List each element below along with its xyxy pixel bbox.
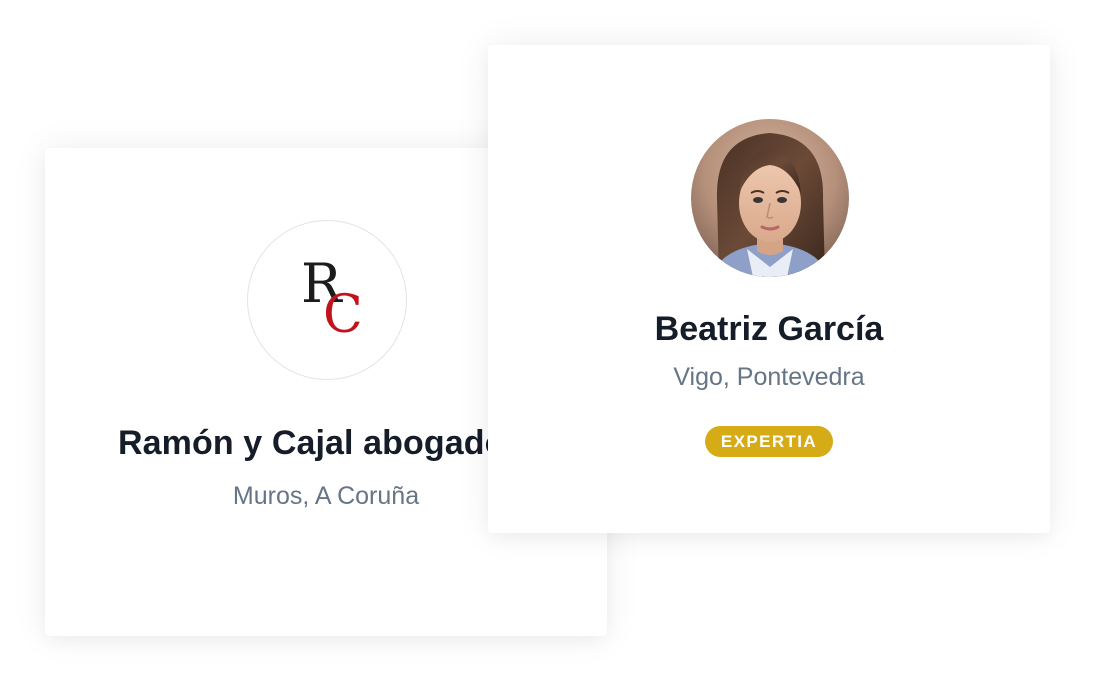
profile-location: Vigo, Pontevedra — [673, 363, 865, 391]
profile-name: Beatriz García — [654, 310, 884, 348]
profile-card-person[interactable]: Beatriz García Vigo, Pontevedra EXPERTIA — [488, 45, 1050, 533]
profile-name: Ramón y Cajal abogados — [118, 424, 525, 462]
rc-logo: R C — [247, 220, 407, 380]
expertia-badge: EXPERTIA — [704, 426, 834, 458]
avatar — [691, 119, 849, 277]
profile-photo-icon — [691, 119, 849, 277]
logo-letter-c: C — [323, 285, 363, 345]
profile-cards-stage: R C Ramón y Cajal abogados Muros, A Coru… — [0, 0, 1095, 681]
badge-container: EXPERTIA — [488, 426, 1050, 458]
